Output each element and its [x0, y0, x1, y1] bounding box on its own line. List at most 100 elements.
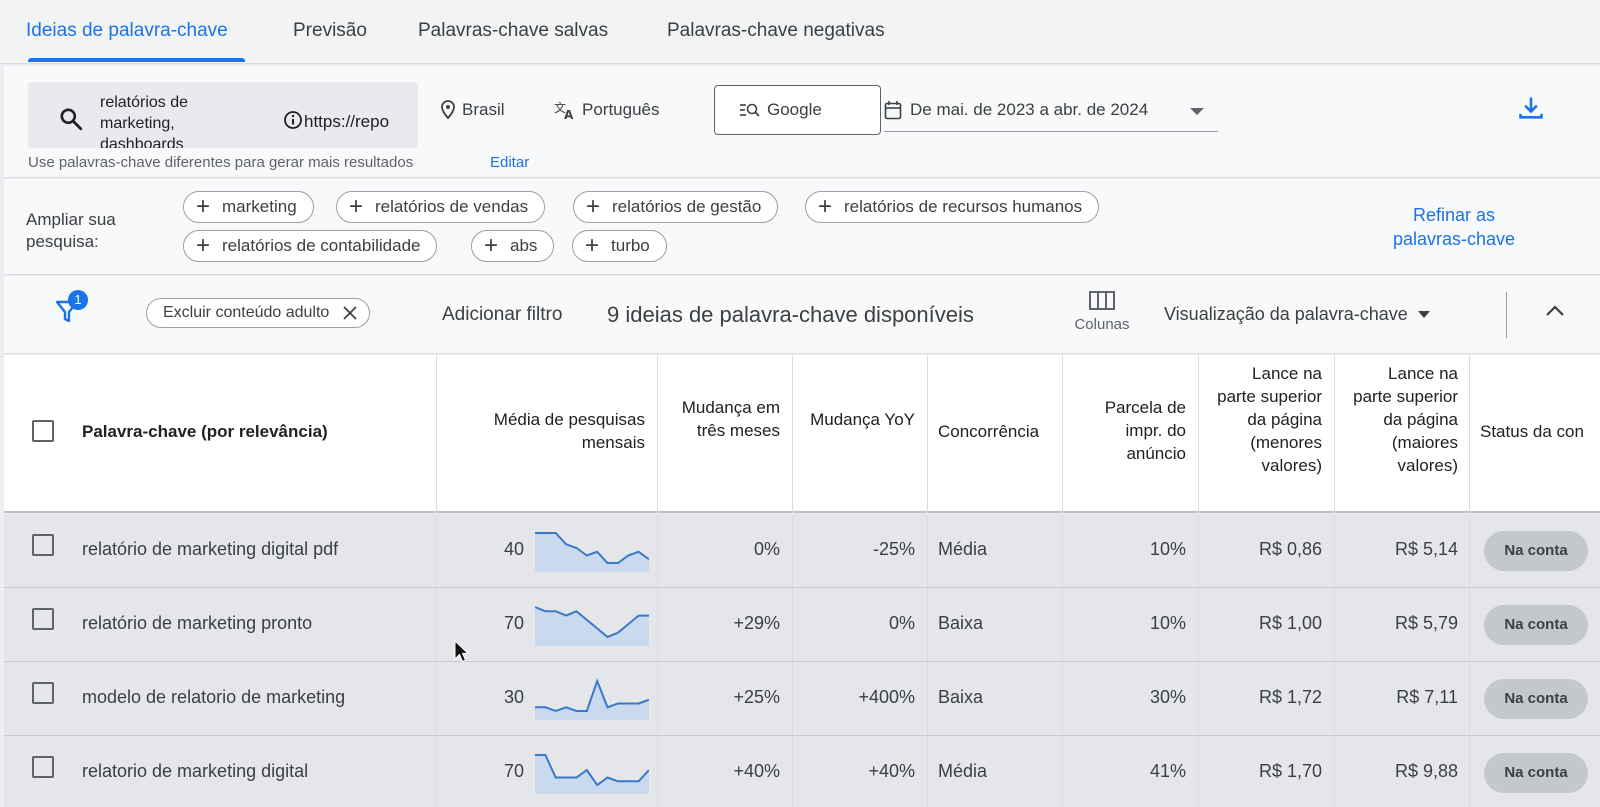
broaden-chip[interactable]: + relatórios de vendas [336, 191, 546, 223]
location-pin-icon [441, 100, 455, 120]
table-row[interactable]: relatório de marketing pronto 70 +29% 0%… [4, 588, 1600, 662]
ideas-count: 9 ideias de palavra-chave disponíveis [607, 302, 974, 327]
tab-negative-keywords[interactable]: Palavras-chave negativas [667, 20, 885, 42]
table-row[interactable]: relatorio de marketing digital 70 +40% +… [4, 736, 1600, 807]
status-badge[interactable]: Na conta [1484, 753, 1588, 793]
keyword-cell: relatório de marketing digital pdf [82, 539, 339, 559]
chevron-up-icon[interactable] [1544, 304, 1566, 323]
divider [657, 355, 658, 513]
header-status[interactable]: Status da con [1480, 420, 1600, 443]
keyword-search-input[interactable]: relatórios de marketing, dashboards http… [28, 82, 418, 148]
download-icon[interactable] [1517, 94, 1545, 127]
status-badge[interactable]: Na conta [1484, 531, 1588, 571]
sparkline-area [535, 607, 649, 646]
broaden-label: Ampliar sua pesquisa: [26, 210, 116, 251]
keyword-cell: modelo de relatorio de marketing [82, 687, 346, 707]
header-bid-low[interactable]: Lance na parte superior da página (menor… [1210, 362, 1322, 477]
translate-icon: 文A [554, 100, 574, 120]
header-competition[interactable]: Concorrência [938, 420, 1050, 443]
competition-cell: Média [938, 539, 988, 559]
location-label: Brasil [462, 100, 505, 119]
impression-share-cell: 10% [1149, 539, 1186, 559]
filter-bar: 1 Excluir conteúdo adulto Adicionar filt… [4, 276, 1600, 354]
broaden-search-panel: Ampliar sua pesquisa: + marketing + relató… [4, 179, 1600, 275]
tab-bar: Ideias de palavra-chave Previsão Palavra… [0, 0, 1600, 64]
table-row[interactable]: modelo de relatorio de marketing 30 +25%… [4, 662, 1600, 736]
trend-sparkline [535, 606, 649, 646]
yoy-cell: 0% [888, 613, 915, 633]
broaden-chip[interactable]: + marketing [183, 191, 314, 223]
search-panel: relatórios de marketing, dashboards http… [4, 66, 1600, 178]
select-all-checkbox[interactable] [32, 420, 54, 442]
three-month-cell: 0% [753, 539, 780, 559]
columns-button[interactable]: Colunas [1067, 290, 1137, 333]
search-hint: Use palavras-chave diferentes para gerar… [28, 154, 414, 171]
tab-forecast[interactable]: Previsão [293, 20, 367, 42]
bid-low-cell: R$ 1,00 [1258, 613, 1322, 633]
broaden-chip[interactable]: + relatórios de contabilidade [183, 230, 438, 262]
view-selector[interactable]: Visualização da palavra-chave [1164, 304, 1430, 325]
row-checkbox[interactable] [32, 756, 54, 778]
location-selector[interactable]: Brasil [440, 100, 505, 120]
header-bid-high[interactable]: Lance na parte superior da página (maior… [1346, 362, 1458, 477]
plus-icon: + [585, 232, 600, 259]
bid-low-cell: R$ 1,70 [1258, 761, 1322, 781]
keyword-search-text: relatórios de marketing, dashboards [100, 94, 189, 148]
header-avg-searches[interactable]: Média de pesquisas mensais [452, 408, 645, 454]
header-keyword[interactable]: Palavra-chave (por relevância) [82, 420, 328, 443]
row-checkbox[interactable] [32, 608, 54, 630]
bid-high-cell: R$ 5,14 [1394, 539, 1458, 559]
broaden-chip[interactable]: + relatórios de recursos humanos [805, 191, 1100, 223]
yoy-cell: +400% [858, 687, 915, 707]
bid-low-cell: R$ 0,86 [1258, 539, 1322, 559]
website-url: https://repo [304, 112, 390, 131]
divider [1198, 355, 1199, 513]
search-network-selector[interactable]: Google [714, 85, 881, 135]
tab-saved-keywords[interactable]: Palavras-chave salvas [418, 20, 608, 42]
plus-icon: + [818, 193, 833, 220]
avg-searches-cell: 70 [503, 761, 524, 781]
bid-high-cell: R$ 7,11 [1396, 687, 1458, 707]
svg-text:A: A [564, 108, 574, 120]
divider [927, 355, 928, 513]
tab-keyword-ideas[interactable]: Ideias de palavra-chave [26, 20, 228, 42]
view-label: Visualização da palavra-chave [1164, 304, 1408, 324]
bid-high-cell: R$ 9,88 [1394, 761, 1458, 781]
broaden-chip[interactable]: + turbo [572, 230, 667, 262]
table-body: relatório de marketing digital pdf 40 0%… [4, 514, 1600, 807]
close-icon[interactable] [343, 306, 357, 320]
sparkline-area [535, 681, 649, 720]
header-impression-share[interactable]: Parcela de impr. do anúncio [1074, 396, 1186, 465]
broaden-chip[interactable]: + relatórios de gestão [573, 191, 779, 223]
broaden-chip[interactable]: + abs [471, 230, 555, 262]
broaden-chip-label: relatórios de contabilidade [222, 236, 421, 255]
refine-keywords-button[interactable]: Refinar as palavras-chave [1374, 203, 1534, 251]
info-icon[interactable] [283, 110, 303, 135]
header-three-month-change[interactable]: Mudança em três meses [668, 396, 780, 442]
language-selector[interactable]: 文A Português [554, 100, 660, 120]
divider [1062, 355, 1063, 513]
active-filter-chip[interactable]: Excluir conteúdo adulto [146, 298, 371, 328]
three-month-cell: +40% [733, 761, 780, 781]
plus-icon: + [196, 193, 211, 220]
date-range-selector[interactable]: De mai. de 2023 a abr. de 2024 [884, 88, 1218, 132]
table-row[interactable]: relatório de marketing digital pdf 40 0%… [4, 514, 1600, 588]
calendar-icon [884, 100, 902, 119]
status-badge[interactable]: Na conta [1484, 605, 1588, 645]
status-badge[interactable]: Na conta [1484, 679, 1588, 719]
competition-cell: Baixa [938, 613, 984, 633]
row-checkbox[interactable] [32, 682, 54, 704]
sparkline-area [535, 533, 649, 572]
trend-sparkline [535, 532, 649, 572]
divider [792, 355, 793, 513]
add-filter-button[interactable]: Adicionar filtro [442, 304, 562, 326]
bid-high-cell: R$ 5,79 [1394, 613, 1458, 633]
edit-search-link[interactable]: Editar [490, 154, 529, 171]
impression-share-cell: 30% [1149, 687, 1186, 707]
header-yoy-change[interactable]: Mudança YoY [804, 408, 915, 431]
chevron-down-icon [1417, 311, 1430, 318]
keyword-cell: relatório de marketing pronto [82, 613, 313, 633]
row-checkbox[interactable] [32, 534, 54, 556]
three-month-cell: +29% [733, 613, 780, 633]
broaden-chip-label: abs [510, 236, 538, 255]
